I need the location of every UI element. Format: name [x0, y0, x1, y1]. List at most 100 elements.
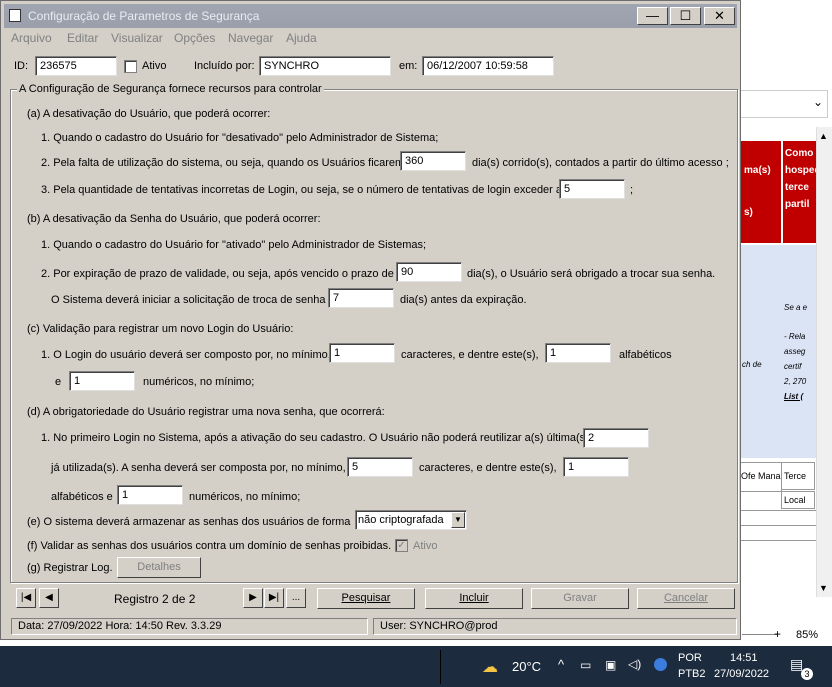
active-checkbox[interactable]: [124, 60, 137, 73]
status-user-info: User: SYNCHRO@prod: [373, 618, 737, 635]
password-min-chars-field[interactable]: 5: [347, 457, 413, 477]
previous-record-icon[interactable]: ◀: [39, 588, 59, 608]
next-record-icon[interactable]: ▶: [243, 588, 263, 608]
section-e-label: (e) O sistema deverá armazenar as senhas…: [27, 516, 351, 528]
login-numeric-field[interactable]: 1: [69, 371, 135, 391]
dropdown-arrow-icon[interactable]: ▼: [451, 512, 465, 528]
maximize-button[interactable]: ☐: [670, 7, 701, 25]
section-b-item2-suffix: dia(s), o Usuário será obrigado a trocar…: [467, 268, 716, 280]
window-title: Configuração de Parametros de Segurança: [28, 9, 260, 23]
scroll-up-icon[interactable]: ▲: [819, 131, 828, 141]
included-by-label: Incluído por:: [194, 60, 255, 72]
clock-time[interactable]: 14:51: [730, 652, 758, 664]
expiry-warning-field[interactable]: 7: [328, 288, 394, 308]
chevron-down-icon: ⌄: [812, 95, 823, 109]
section-a-item2-suffix: dia(s) corrido(s), contados a partir do …: [472, 157, 729, 169]
temperature[interactable]: 20°C: [512, 659, 541, 674]
network-icon[interactable]: ▣: [605, 658, 616, 672]
include-button[interactable]: Incluir: [425, 588, 523, 609]
storage-select[interactable]: não criptografada ▼: [355, 510, 467, 530]
search-button[interactable]: Pesquisar: [317, 588, 415, 609]
menu-visualizar[interactable]: Visualizar: [111, 31, 163, 45]
section-c-mid-label: caracteres, e dentre este(s),: [401, 349, 539, 361]
group-title: A Configuração de Segurança fornece recu…: [17, 83, 324, 95]
date-label: em:: [399, 60, 418, 72]
login-alpha-field[interactable]: 1: [545, 343, 611, 363]
included-by-field[interactable]: SYNCHRO: [259, 56, 391, 76]
bg-header-text: ma(s): [744, 165, 771, 176]
section-f-label: (f) Validar as senhas dos usuários contr…: [27, 540, 392, 552]
close-button[interactable]: ✕: [704, 7, 735, 25]
bg-header-text: s): [744, 207, 753, 218]
section-g-label: (g) Registrar Log.: [27, 562, 113, 574]
keyboard-layout[interactable]: PTB2: [678, 668, 706, 680]
bg-text: 2, 270: [784, 377, 807, 386]
zoom-slider[interactable]: [742, 634, 778, 635]
menu-opcoes[interactable]: Opções: [174, 31, 215, 45]
bg-text: certif: [784, 362, 802, 371]
clock-date[interactable]: 27/09/2022: [714, 668, 769, 680]
first-record-icon[interactable]: |◀: [16, 588, 36, 608]
section-d-title: (d) A obrigatoriedade do Usuário registr…: [27, 406, 385, 418]
password-expiry-field[interactable]: 90: [396, 262, 462, 282]
bg-dropdown[interactable]: ⌄: [740, 90, 828, 118]
bg-vertical-scrollbar[interactable]: ▲ ▼: [816, 127, 832, 597]
bg-text: asseg: [784, 347, 806, 356]
title-bar[interactable]: Configuração de Parametros de Segurança …: [4, 4, 737, 28]
menu-navegar[interactable]: Navegar: [228, 31, 273, 45]
id-field[interactable]: 236575: [35, 56, 117, 76]
section-b-item3-suffix: dia(s) antes da expiração.: [400, 294, 527, 306]
storage-select-value: não criptografada: [358, 514, 444, 526]
section-a-title: (a) A desativação do Usuário, que poderá…: [27, 108, 271, 120]
section-d-line2-label: já utilizada(s). A senha deverá ser comp…: [51, 462, 346, 474]
details-button[interactable]: Detalhes: [117, 557, 201, 578]
section-b-item2-label: 2. Por expiração de prazo de validade, o…: [41, 268, 394, 280]
inactivity-days-field[interactable]: 360: [400, 151, 466, 171]
chevron-up-icon[interactable]: ^: [558, 657, 564, 672]
date-field[interactable]: 06/12/2007 10:59:58: [422, 56, 554, 76]
last-record-icon[interactable]: ▶|: [264, 588, 284, 608]
bg-header-cell: ma(s) s): [740, 141, 781, 243]
minimize-button[interactable]: —: [637, 7, 668, 25]
password-alpha-field[interactable]: 1: [563, 457, 629, 477]
language-code[interactable]: POR: [678, 652, 702, 664]
menu-editar[interactable]: Editar: [67, 31, 98, 45]
section-c-item1-label: 1. O Login do usuário deverá ser compost…: [41, 349, 331, 361]
section-b-item1: 1. Quando o cadastro do Usuário for "ati…: [41, 239, 427, 251]
forbidden-domain-label: Ativo: [413, 540, 438, 552]
login-attempts-field[interactable]: 5: [559, 179, 625, 199]
section-b-title: (b) A desativação da Senha do Usuário, q…: [27, 213, 321, 225]
password-numeric-field[interactable]: 1: [117, 485, 183, 505]
more-button[interactable]: ...: [286, 588, 306, 608]
cancel-button[interactable]: Cancelar: [637, 588, 735, 609]
bg-cell: Terce: [781, 462, 815, 490]
bg-text: Se a e: [784, 303, 808, 312]
section-c-title: (c) Validação para registrar um novo Log…: [27, 323, 294, 335]
section-a-item3-suffix: ;: [630, 184, 634, 196]
save-button[interactable]: Gravar: [531, 588, 629, 609]
bg-text: ch de: [742, 360, 762, 369]
section-a-item1: 1. Quando o cadastro do Usuário for "des…: [41, 132, 439, 144]
bg-table: Ofe Mana Terce Local: [740, 462, 817, 542]
section-a-item3-label: 3. Pela quantidade de tentativas incorre…: [41, 184, 563, 196]
scroll-down-icon[interactable]: ▼: [819, 583, 828, 593]
password-history-field[interactable]: 2: [583, 428, 649, 448]
zoom-in-button[interactable]: +: [774, 627, 781, 641]
section-d-line2-mid: caracteres, e dentre este(s),: [419, 462, 557, 474]
section-c-e-label: e: [55, 376, 62, 388]
section-d-line3-suffix: numéricos, no mínimo;: [189, 491, 301, 503]
menu-ajuda[interactable]: Ajuda: [286, 31, 317, 45]
section-b-item3-label: O Sistema deverá iniciar a solicitação d…: [51, 294, 326, 306]
section-d-item1-label: 1. No primeiro Login no Sistema, após a …: [41, 432, 589, 444]
app-icon: [9, 9, 21, 22]
login-min-chars-field[interactable]: 1: [329, 343, 395, 363]
battery-icon[interactable]: ▭: [580, 658, 591, 672]
bg-cell: [740, 525, 817, 541]
menu-arquivo[interactable]: Arquivo: [11, 31, 52, 45]
bg-cell: Local: [781, 491, 815, 509]
volume-icon[interactable]: ◁): [628, 657, 641, 671]
taskbar-divider: [440, 650, 441, 684]
meet-icon[interactable]: [654, 658, 667, 671]
forbidden-domain-checkbox[interactable]: ✓: [395, 539, 408, 552]
weather-icon[interactable]: ☁: [482, 657, 498, 677]
